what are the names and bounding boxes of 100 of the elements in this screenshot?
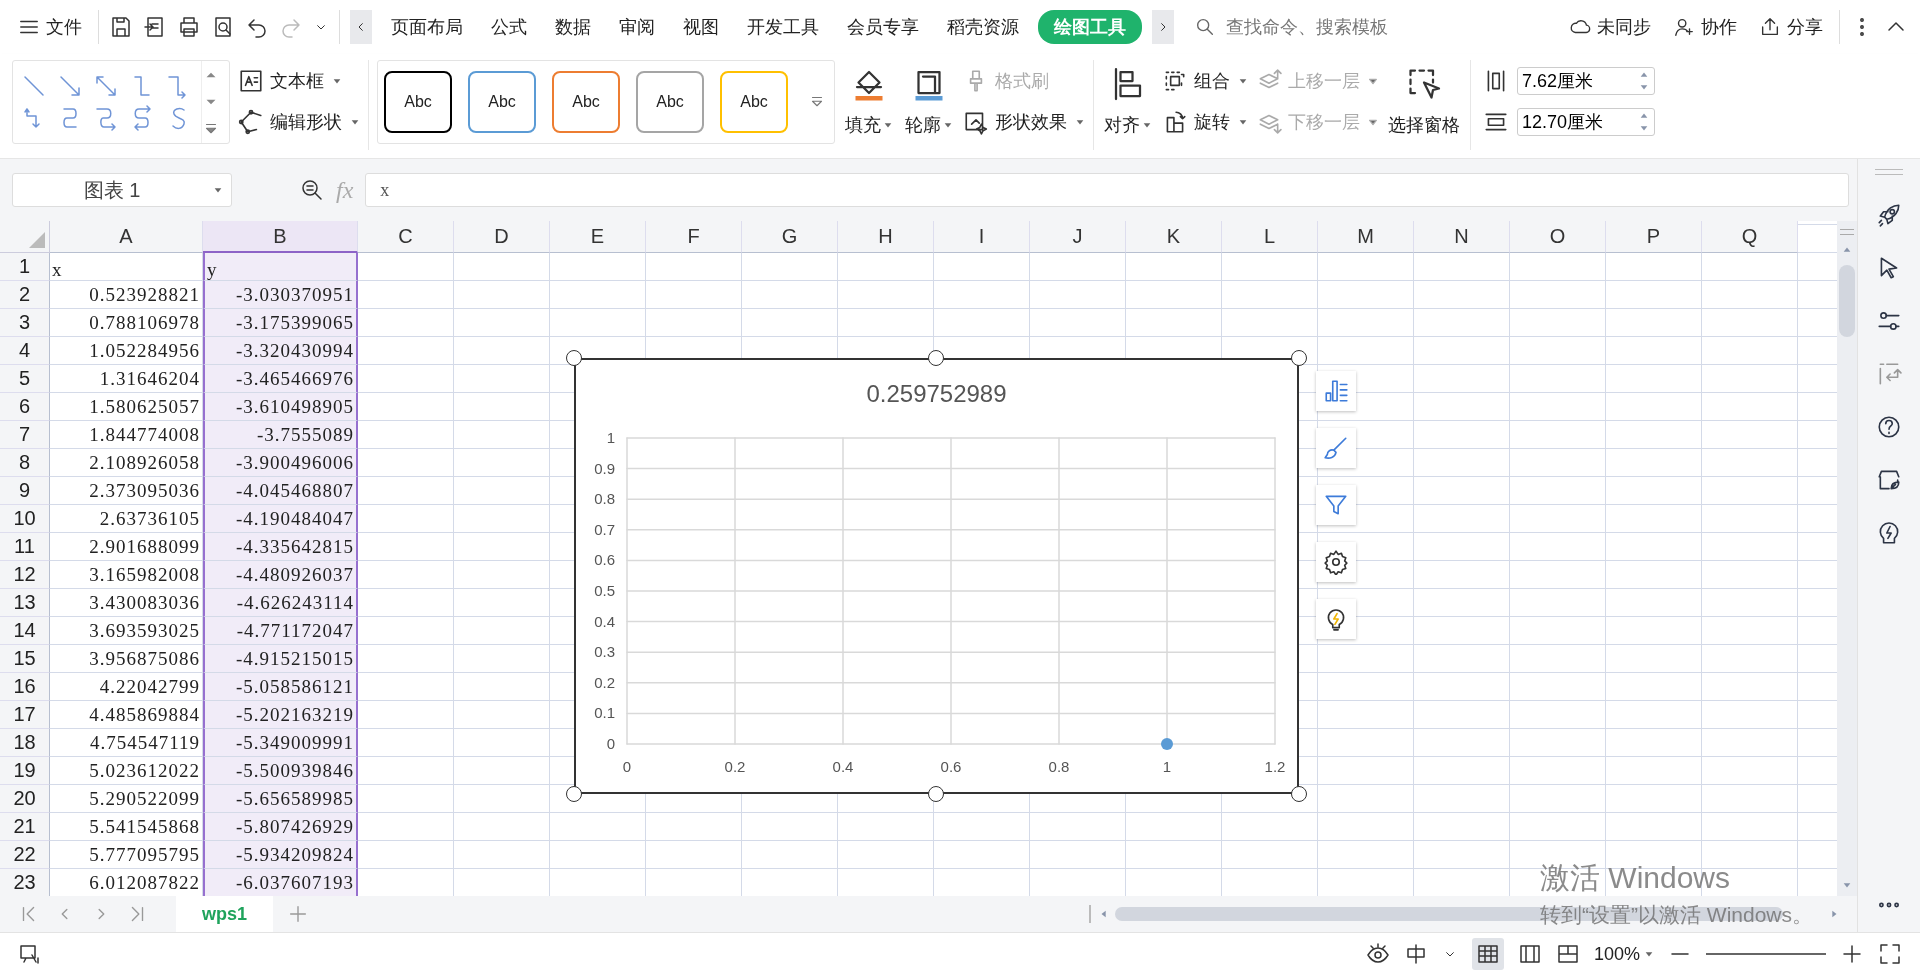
chart-settings-button[interactable] (1316, 542, 1356, 582)
chart-filter-button[interactable] (1316, 485, 1356, 525)
row-header[interactable]: 12 (0, 561, 50, 589)
column-header[interactable]: I (934, 221, 1030, 253)
line-shape-icon[interactable] (21, 73, 47, 99)
column-header[interactable]: L (1222, 221, 1318, 253)
chart-ideas-button[interactable] (1316, 599, 1356, 639)
row-header[interactable]: 17 (0, 701, 50, 729)
row-header[interactable]: 19 (0, 757, 50, 785)
eye-icon[interactable] (1365, 942, 1390, 966)
row-header[interactable]: 18 (0, 729, 50, 757)
row-header[interactable]: 14 (0, 617, 50, 645)
line-shape-icon[interactable] (93, 73, 119, 99)
scroll-left-icon[interactable] (1099, 909, 1109, 919)
shape-style-button[interactable]: Abc (720, 71, 788, 133)
row-header[interactable]: 4 (0, 337, 50, 365)
print-icon[interactable] (177, 15, 201, 39)
command-search-field[interactable]: 查找命令、搜索模板 (1226, 14, 1416, 40)
row-header[interactable]: 5 (0, 365, 50, 393)
row-header[interactable]: 13 (0, 589, 50, 617)
column-header[interactable]: O (1510, 221, 1606, 253)
zoom-level-button[interactable]: 100% (1593, 943, 1654, 965)
ribbon-tab[interactable]: 数据 (546, 11, 600, 43)
shape-style-button[interactable]: Abc (636, 71, 704, 133)
page-break-icon[interactable] (1555, 942, 1580, 966)
rotate-button[interactable]: 旋转 (1162, 108, 1248, 135)
sheet-view-icon[interactable] (18, 942, 42, 966)
column-header[interactable]: B (203, 221, 358, 253)
ribbon-tab[interactable]: 开发工具 (738, 11, 828, 43)
row-header[interactable]: 3 (0, 309, 50, 337)
chart-elements-button[interactable] (1316, 371, 1356, 411)
ribbon-tab[interactable]: 稻壳资源 (938, 11, 1028, 43)
shape-style-button[interactable]: Abc (552, 71, 620, 133)
group-button[interactable]: 组合 (1162, 67, 1248, 94)
column-header[interactable]: E (550, 221, 646, 253)
fill-button[interactable]: 填充 (843, 56, 895, 154)
shape-style-button[interactable]: Abc (468, 71, 536, 133)
column-header[interactable]: K (1126, 221, 1222, 253)
row-header[interactable]: 2 (0, 281, 50, 309)
file-menu[interactable]: 文件 (12, 11, 88, 43)
collaborate-button[interactable]: 协作 (1667, 11, 1743, 43)
scrollbar-thumb[interactable] (1839, 265, 1855, 337)
normal-view-button[interactable] (1471, 938, 1504, 970)
line-shape-icon[interactable] (93, 105, 119, 131)
help-icon[interactable] (1876, 414, 1902, 440)
column-header[interactable]: A (50, 221, 203, 253)
vertical-scrollbar[interactable] (1837, 221, 1857, 896)
row-header[interactable]: 20 (0, 785, 50, 813)
text-box-button[interactable]: 文本框 (238, 67, 360, 94)
zoom-icon[interactable] (300, 178, 324, 202)
column-header[interactable]: F (646, 221, 742, 253)
selection-pane-button[interactable]: 选择窗格 (1386, 56, 1462, 154)
row-header[interactable]: 10 (0, 505, 50, 533)
scroll-up-icon[interactable] (1842, 245, 1852, 255)
column-header[interactable]: D (454, 221, 550, 253)
scroll-down-icon[interactable] (1842, 880, 1852, 890)
height-field[interactable]: 7.62厘米 (1517, 66, 1655, 95)
ribbon-tab[interactable]: 公式 (482, 11, 536, 43)
zoom-in-icon[interactable] (1840, 942, 1864, 966)
shape-effects-button[interactable]: 形状效果 (963, 108, 1085, 135)
column-header[interactable]: H (838, 221, 934, 253)
chart-style-button[interactable] (1316, 428, 1356, 468)
sync-button[interactable]: 未同步 (1563, 11, 1657, 43)
rocket-icon[interactable] (1876, 202, 1902, 228)
width-field[interactable]: 12.70厘米 (1517, 107, 1655, 136)
row-header[interactable]: 15 (0, 645, 50, 673)
scroll-right-icon[interactable] (1829, 909, 1839, 919)
save-icon[interactable] (109, 15, 133, 39)
ribbon-tab[interactable]: 审阅 (610, 11, 664, 43)
row-header[interactable]: 1 (0, 253, 50, 281)
column-header[interactable]: C (358, 221, 454, 253)
share-button[interactable]: 分享 (1753, 11, 1829, 43)
fullscreen-icon[interactable] (1878, 942, 1902, 966)
column-header[interactable]: J (1030, 221, 1126, 253)
column-header[interactable]: M (1318, 221, 1414, 253)
shape-style-button[interactable]: Abc (384, 71, 452, 133)
row-header[interactable]: 16 (0, 673, 50, 701)
ribbon-tab[interactable]: 页面布局 (382, 11, 472, 43)
edit-shape-button[interactable]: 编辑形状 (238, 108, 360, 135)
outline-button[interactable]: 轮廓 (903, 56, 955, 154)
column-header[interactable]: G (742, 221, 838, 253)
column-header[interactable]: N (1414, 221, 1510, 253)
page-layout-icon[interactable] (1517, 942, 1542, 966)
row-header[interactable]: 21 (0, 813, 50, 841)
ribbon-tab[interactable]: 视图 (674, 11, 728, 43)
row-header[interactable]: 22 (0, 841, 50, 869)
row-header[interactable]: 6 (0, 393, 50, 421)
ribbon-tab[interactable]: 会员专享 (838, 11, 928, 43)
row-header[interactable]: 8 (0, 449, 50, 477)
align-button[interactable]: 对齐 (1102, 56, 1154, 154)
row-header[interactable]: 9 (0, 477, 50, 505)
column-header[interactable]: Q (1702, 221, 1798, 253)
column-header[interactable]: P (1606, 221, 1702, 253)
formula-field[interactable]: x (365, 173, 1849, 207)
row-header[interactable]: 11 (0, 533, 50, 561)
horizontal-scrollbar[interactable] (1089, 905, 1839, 923)
line-shape-icon[interactable] (57, 73, 83, 99)
name-box[interactable]: 图表 1 (12, 173, 232, 207)
row-header[interactable]: 7 (0, 421, 50, 449)
row-header[interactable]: 23 (0, 869, 50, 896)
